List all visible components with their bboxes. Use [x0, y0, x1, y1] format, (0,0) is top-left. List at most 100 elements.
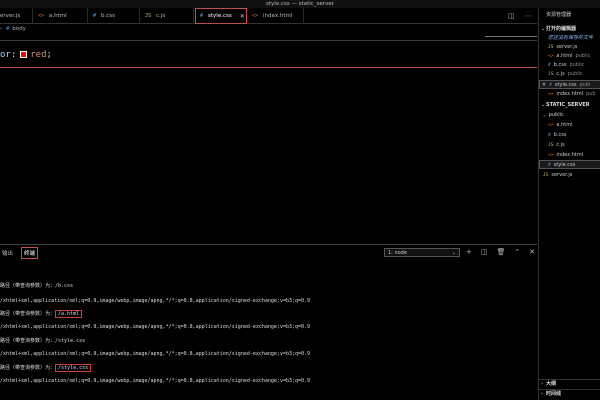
js-file-icon: JS	[548, 72, 554, 77]
tab-label: erver.js	[0, 13, 21, 19]
split-terminal-icon[interactable]: ◫	[481, 248, 488, 256]
file-tree-item[interactable]: JS server.js	[539, 171, 600, 180]
split-editor-icon[interactable]: ◫	[508, 12, 515, 20]
breadcrumb: › # body	[0, 24, 26, 35]
chevron-down-icon: ⌄	[543, 113, 546, 118]
folder-hint: publ	[579, 82, 591, 88]
file-tree-item[interactable]: <> index.html	[539, 151, 600, 160]
open-editor-item[interactable]: JS c.js public	[539, 70, 600, 79]
terminal-line: /xhtml+xml,application/xml;q=0.9,image/w…	[0, 378, 311, 384]
timeline-header[interactable]: › 时间线	[539, 389, 600, 398]
html-file-icon: <>	[38, 13, 45, 19]
terminal-line: 路径（带查询参数）为：/b.css	[0, 283, 74, 289]
css-file-icon: #	[93, 13, 97, 19]
file-name: c.js	[556, 142, 565, 148]
tab-c-js[interactable]: JS c.js	[141, 8, 194, 24]
close-icon[interactable]: ✕	[542, 82, 546, 88]
chevron-up-icon[interactable]: ⌃	[514, 248, 520, 256]
window-title: style.css — static_server	[0, 0, 600, 8]
open-editor-item-active[interactable]: ✕ # style.css publ	[539, 80, 600, 89]
open-editors-label: 打开的编辑器	[546, 26, 577, 32]
js-file-icon: JS	[145, 13, 152, 19]
file-tree-item-active[interactable]: # style.css	[539, 160, 600, 169]
file-name: a.html	[556, 122, 573, 128]
chevron-down-icon: ⌄	[451, 250, 456, 256]
tab-b-css[interactable]: # b.css	[89, 8, 140, 24]
open-editors-group[interactable]: 您还没有保存的文件	[539, 34, 600, 43]
open-editor-item[interactable]: # b.css public	[539, 61, 600, 70]
css-file-icon: #	[548, 133, 551, 138]
html-file-icon: <>	[548, 123, 554, 128]
tab-label: a.html	[49, 13, 67, 19]
explorer-sidebar: 资源管理器 ⌄打开的编辑器 您还没有保存的文件 JS server.js <> a.…	[538, 8, 600, 400]
highlighted-path: /style.css	[55, 364, 92, 372]
open-editor-item[interactable]: JS server.js	[539, 43, 600, 52]
file-name: index.html	[556, 91, 584, 97]
tab-a-html[interactable]: <> a.html	[34, 8, 88, 24]
color-swatch[interactable]	[20, 51, 28, 58]
folder-hint: public	[567, 71, 583, 77]
semicolon: ;	[46, 50, 52, 60]
terminal-line-prefix: 路径（带查询参数）为：	[0, 365, 56, 371]
close-icon[interactable]: ✕	[240, 13, 245, 20]
tab-label: c.js	[156, 13, 166, 19]
project-label: STATIC_SERVER	[546, 102, 590, 108]
tab-output[interactable]: 输出	[0, 248, 15, 258]
file-name: index.html	[556, 152, 584, 158]
trash-icon[interactable]: 🗑	[497, 248, 506, 256]
tab-index-html[interactable]: <> index.html	[248, 8, 304, 24]
new-terminal-icon[interactable]: +	[466, 248, 472, 256]
html-file-icon: <>	[252, 13, 259, 19]
terminal-select-value: 1: node	[388, 250, 407, 256]
tab-server-js[interactable]: erver.js	[0, 8, 33, 24]
outline-header[interactable]: › 大纲	[539, 379, 600, 388]
js-file-icon: JS	[548, 143, 554, 148]
tab-label: index.html	[263, 13, 293, 19]
folder-hint: public	[575, 53, 591, 59]
open-editor-item[interactable]: <> index.html pub	[539, 90, 600, 99]
code-editor[interactable]: or: red;	[0, 36, 537, 243]
folder-name: public	[548, 112, 564, 118]
more-actions-icon[interactable]: ⋯	[525, 12, 532, 20]
tab-label: style.css	[208, 13, 232, 19]
editor-tab-bar: erver.js <> a.html # b.css JS c.js # sty…	[0, 8, 537, 24]
close-panel-icon[interactable]: ✕	[529, 248, 535, 256]
folder-hint: pub	[586, 91, 596, 97]
tab-label: b.css	[101, 13, 116, 19]
css-file-icon: #	[549, 83, 552, 88]
unsaved-group-label: 您还没有保存的文件	[548, 35, 594, 41]
tab-terminal[interactable]: 终端	[21, 246, 39, 259]
file-name: style.css	[554, 82, 577, 88]
sidebar-title: 资源管理器	[546, 12, 572, 18]
file-name: b.css	[553, 62, 567, 68]
js-file-icon: JS	[543, 173, 549, 178]
terminal-select[interactable]: 1: node ⌄	[384, 248, 460, 257]
highlighted-path: /a.html	[55, 310, 83, 318]
css-file-icon: #	[548, 63, 551, 68]
open-editors-header[interactable]: ⌄打开的编辑器	[539, 25, 600, 34]
js-file-icon: JS	[548, 45, 554, 50]
terminal-line: 路径（带查询参数）为：/a.html	[0, 310, 83, 318]
tab-style-css[interactable]: # style.css ✕	[195, 8, 247, 24]
css-value: red	[30, 50, 47, 60]
panel-tabs: 输出 终端	[0, 245, 44, 260]
file-tree-item[interactable]: # b.css	[539, 131, 600, 140]
terminal-line: /xhtml+xml,application/xml;q=0.9,image/w…	[0, 298, 311, 304]
terminal-line: 路径（带查询参数）为：/style.css	[0, 338, 86, 344]
open-editor-item[interactable]: <> a.html public	[539, 52, 600, 61]
css-selector-icon: #	[6, 26, 10, 32]
editor-actions: ◫ ⋯	[508, 8, 532, 24]
editor-ruler	[485, 36, 537, 37]
timeline-label: 时间线	[546, 391, 562, 397]
folder-hint: public	[569, 62, 585, 68]
folder-public[interactable]: ⌄ public	[539, 111, 600, 120]
file-tree-item[interactable]: JS c.js	[539, 141, 600, 150]
terminal-line: /xhtml+xml,application/xml;q=0.9,image/w…	[0, 324, 311, 330]
breadcrumb-item[interactable]: body	[12, 24, 26, 35]
terminal-line: 路径（带查询参数）为：/style.css	[0, 364, 92, 372]
project-header[interactable]: ⌄STATIC_SERVER	[539, 101, 600, 110]
file-tree-item[interactable]: <> a.html	[539, 121, 600, 130]
code-line-text[interactable]: or: red;	[0, 50, 52, 60]
panel-actions: + ◫ 🗑 ⌃ ✕	[466, 246, 544, 258]
file-name: server.js	[556, 44, 578, 50]
